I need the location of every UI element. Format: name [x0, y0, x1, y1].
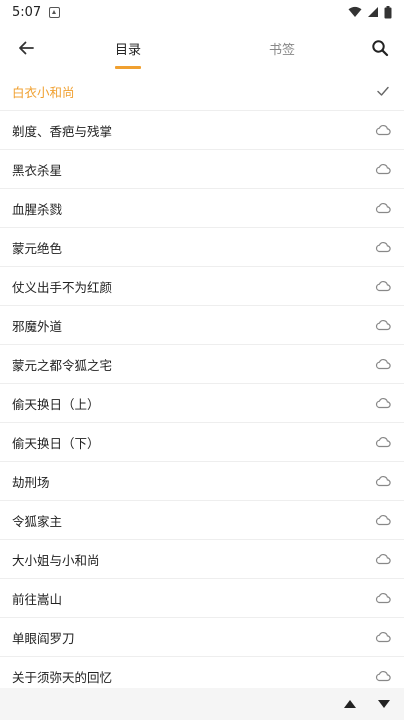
- chapter-title: 劫刑场: [12, 474, 50, 490]
- tab-bookmarks[interactable]: 书签: [254, 24, 310, 72]
- tab-bookmarks-label: 书签: [268, 42, 295, 58]
- chapter-title: 偷天换日（上）: [12, 396, 100, 412]
- triangle-down-icon: [378, 700, 390, 708]
- cloud-icon: [374, 550, 392, 568]
- chapter-row[interactable]: 偷天换日（上）: [0, 384, 404, 423]
- search-icon: [372, 40, 389, 57]
- chapter-title: 仗义出手不为红颜: [12, 279, 113, 295]
- chapter-list[interactable]: 白衣小和尚 剃度、香疤与残掌 黑衣杀星 血腥杀戮 蒙元绝色 仗义出手不为红颜 邪…: [0, 72, 404, 688]
- cloud-icon: [374, 277, 392, 295]
- status-bar: 5:07: [0, 0, 404, 24]
- chapter-title: 剃度、香疤与残掌: [12, 123, 113, 139]
- tab-contents-label: 目录: [114, 42, 141, 58]
- triangle-up-icon: [344, 700, 356, 708]
- chapter-title: 血腥杀戮: [12, 201, 63, 217]
- chapter-title: 大小姐与小和尚: [12, 552, 100, 568]
- chapter-row[interactable]: 剃度、香疤与残掌: [0, 111, 404, 150]
- chapter-row[interactable]: 关于须弥天的回忆: [0, 657, 404, 688]
- chapter-row[interactable]: 前往嵩山: [0, 579, 404, 618]
- chapter-row[interactable]: 白衣小和尚: [0, 72, 404, 111]
- chapter-title: 蒙元绝色: [12, 240, 63, 256]
- chapter-title: 偷天换日（下）: [12, 435, 100, 451]
- cloud-icon: [374, 667, 392, 685]
- chapter-row[interactable]: 蒙元绝色: [0, 228, 404, 267]
- cloud-icon: [374, 160, 392, 178]
- wifi-icon: [348, 6, 362, 17]
- cloud-icon: [374, 199, 392, 217]
- chapter-row[interactable]: 黑衣杀星: [0, 150, 404, 189]
- notification-icon: [49, 6, 61, 18]
- cloud-icon: [374, 433, 392, 451]
- back-button[interactable]: [12, 34, 40, 62]
- chapter-row[interactable]: 蒙元之都令狐之宅: [0, 345, 404, 384]
- cloud-icon: [374, 511, 392, 529]
- scroll-up-button[interactable]: [340, 694, 360, 714]
- chapter-title: 邪魔外道: [12, 318, 63, 334]
- chapter-row[interactable]: 偷天换日（下）: [0, 423, 404, 462]
- chapter-row[interactable]: 仗义出手不为红颜: [0, 267, 404, 306]
- tab-contents[interactable]: 目录: [100, 24, 156, 72]
- cloud-icon: [374, 589, 392, 607]
- signal-icon: [368, 7, 378, 17]
- chapter-row[interactable]: 邪魔外道: [0, 306, 404, 345]
- app-bar: 目录 书签: [0, 24, 404, 72]
- chapter-title: 单眼阎罗刀: [12, 630, 75, 646]
- cloud-icon: [374, 121, 392, 139]
- chapter-row[interactable]: 大小姐与小和尚: [0, 540, 404, 579]
- battery-icon: [384, 5, 392, 18]
- arrow-left-icon: [19, 41, 34, 55]
- cloud-icon: [374, 394, 392, 412]
- chapter-title: 蒙元之都令狐之宅: [12, 357, 113, 373]
- chapter-row[interactable]: 令狐家主: [0, 501, 404, 540]
- cloud-icon: [374, 316, 392, 334]
- chapter-row[interactable]: 劫刑场: [0, 462, 404, 501]
- search-button[interactable]: [366, 34, 394, 62]
- chapter-title: 令狐家主: [12, 513, 63, 529]
- cloud-icon: [374, 628, 392, 646]
- cloud-icon: [374, 472, 392, 490]
- bottom-bar: [0, 688, 404, 720]
- cloud-icon: [374, 355, 392, 373]
- status-time: 5:07: [12, 4, 42, 20]
- tab-indicator: [115, 66, 141, 69]
- chapter-title: 关于须弥天的回忆: [12, 669, 113, 685]
- chapter-title: 前往嵩山: [12, 591, 63, 607]
- chapter-title: 黑衣杀星: [12, 162, 63, 178]
- chapter-title: 白衣小和尚: [12, 84, 75, 100]
- scroll-down-button[interactable]: [374, 694, 394, 714]
- cloud-icon: [374, 238, 392, 256]
- chapter-row[interactable]: 血腥杀戮: [0, 189, 404, 228]
- status-icons: [348, 5, 392, 19]
- check-icon: [374, 82, 392, 100]
- chapter-row[interactable]: 单眼阎罗刀: [0, 618, 404, 657]
